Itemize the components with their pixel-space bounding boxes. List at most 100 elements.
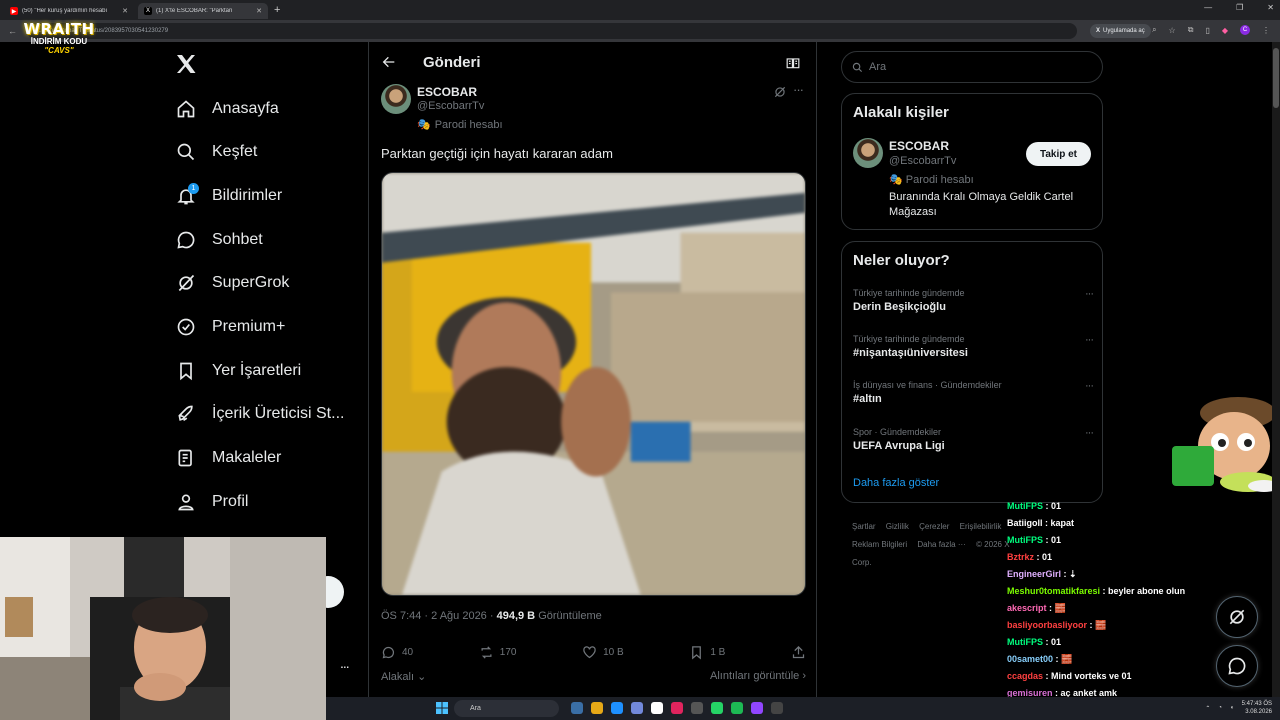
trend-item[interactable]: İş dünyası ve finans · Gündemdekiler #al… (853, 380, 1094, 405)
x-logo-icon[interactable] (174, 52, 198, 76)
show-more-link[interactable]: Daha fazla göster (853, 477, 939, 489)
page-scrollbar[interactable] (1272, 42, 1280, 697)
footer-link[interactable]: Reklam Bilgileri (852, 540, 907, 549)
clock[interactable]: 5:47:43 ÖS 3.08.2026 (1242, 700, 1272, 716)
nav-item-articles[interactable]: Makaleler (176, 443, 281, 473)
related-name[interactable]: ESCOBAR (889, 139, 949, 153)
chat-username[interactable]: akescript (1007, 603, 1047, 613)
chat-username[interactable]: ccagdas (1007, 671, 1043, 681)
follow-button[interactable]: Takip et (1026, 142, 1091, 166)
view-quotes-link[interactable]: Alıntıları görüntüle › (710, 670, 806, 683)
author-handle[interactable]: @EscobarrTv (417, 100, 484, 112)
scrollbar-thumb[interactable] (1273, 48, 1279, 108)
bookmark-button[interactable]: 1 B (689, 645, 725, 660)
obs-icon[interactable] (771, 702, 783, 714)
url-field[interactable]: x.com/EscobarrTv/status/2083957030541230… (27, 23, 1077, 39)
tab-x-post[interactable]: X (1) X'te ESCOBAR: "Parktan ✕ (138, 3, 268, 19)
chat-username[interactable]: MutiFPS (1007, 535, 1043, 545)
chat-username[interactable]: Meshur0tomatikfaresi (1007, 586, 1100, 596)
footer-link[interactable]: Şartlar (852, 522, 876, 531)
app-icon[interactable] (671, 702, 683, 714)
trend-item[interactable]: Türkiye tarihinde gündemde #nişantaşıüni… (853, 334, 1094, 359)
related-handle[interactable]: @EscobarrTv (889, 155, 956, 167)
nav-item-creator-studio[interactable]: İçerik Üreticisi St... (176, 399, 344, 429)
nav-item-supergrok[interactable]: SuperGrok (176, 268, 289, 298)
nav-item-chat[interactable]: Sohbet (176, 225, 263, 255)
app-icon[interactable] (691, 702, 703, 714)
menu-kebab-icon[interactable]: ⋮ (1262, 26, 1270, 35)
windows-start-icon[interactable] (436, 702, 448, 714)
chat-username[interactable]: MutiFPS (1007, 501, 1043, 511)
star-icon[interactable]: ☆ (1169, 26, 1176, 35)
repost-button[interactable]: 170 (479, 645, 516, 660)
post-timestamp[interactable]: ÖS 7:44 · 2 Ağu 2026 · (381, 610, 494, 622)
related-dropdown[interactable]: Alakalı ⌄ (381, 670, 426, 683)
edge-icon[interactable] (611, 702, 623, 714)
chat-username[interactable]: 00samet00 (1007, 654, 1053, 664)
twitch-icon[interactable] (751, 702, 763, 714)
spotify-icon[interactable] (731, 702, 743, 714)
post-more-button[interactable]: ··· (793, 82, 804, 97)
chat-username[interactable]: Bztrkz (1007, 552, 1034, 562)
nav-item-explore[interactable]: Keşfet (176, 137, 257, 167)
extension-pink-icon[interactable]: ◆ (1222, 26, 1228, 35)
back-arrow-icon[interactable] (381, 54, 397, 70)
open-in-app-button[interactable]: X Uygulamada aç (1090, 24, 1151, 38)
zoom-icon[interactable]: ⌕ (1152, 25, 1156, 35)
grok-fab[interactable] (1216, 596, 1258, 638)
trend-more-button[interactable]: ··· (1085, 427, 1094, 439)
post-video[interactable] (381, 172, 806, 596)
share-button[interactable] (791, 645, 806, 660)
trend-more-button[interactable]: ··· (1085, 334, 1094, 346)
close-window-icon[interactable]: ✕ (1267, 3, 1274, 12)
author-name[interactable]: ESCOBAR (417, 85, 477, 99)
account-more-button[interactable]: ... (340, 655, 350, 671)
reader-icon[interactable] (786, 56, 800, 70)
footer-link[interactable]: Daha fazla ··· (917, 540, 965, 549)
trend-item[interactable]: Türkiye tarihinde gündemde Derin Beşikçi… (853, 288, 1094, 313)
app-icon[interactable] (651, 702, 663, 714)
chat-username[interactable]: basliyoorbasliyoor (1007, 620, 1087, 630)
trend-more-button[interactable]: ··· (1085, 380, 1094, 392)
tray-chevron-icon[interactable]: ⌃ (1205, 705, 1210, 712)
whatsapp-icon[interactable] (711, 702, 723, 714)
task-view-icon[interactable] (571, 702, 583, 714)
discord-icon[interactable] (631, 702, 643, 714)
chat-separator: : (1087, 620, 1096, 630)
related-avatar[interactable] (853, 138, 883, 168)
search-input[interactable]: Ara (841, 51, 1103, 83)
extensions-icon[interactable]: ⧉ (1188, 25, 1194, 35)
taskbar-search[interactable]: Ara (454, 700, 559, 717)
new-tab-button[interactable]: + (274, 4, 280, 16)
volume-icon[interactable]: ◖ (1230, 705, 1234, 711)
wifi-icon[interactable]: ◔ (1218, 705, 1222, 711)
chat-username[interactable]: Batiigoll (1007, 518, 1043, 528)
maximize-icon[interactable]: ❐ (1236, 3, 1243, 12)
nav-item-profile[interactable]: Profil (176, 487, 248, 517)
author-avatar[interactable] (381, 84, 411, 114)
nav-item-home[interactable]: Anasayfa (176, 94, 279, 124)
reply-button[interactable]: 40 (381, 645, 413, 660)
trend-more-button[interactable]: ··· (1085, 288, 1094, 300)
trend-item[interactable]: Spor · Gündemdekiler UEFA Avrupa Ligi ··… (853, 427, 1094, 452)
minimize-icon[interactable]: — (1204, 3, 1212, 12)
back-nav-icon[interactable]: ← (8, 26, 17, 36)
messages-fab[interactable] (1216, 645, 1258, 687)
profile-avatar[interactable]: C (1240, 25, 1250, 35)
like-button[interactable]: 10 B (582, 645, 624, 660)
trend-context: Türkiye tarihinde gündemde (853, 334, 965, 344)
nav-item-notifications[interactable]: 1 Bildirimler (176, 181, 282, 211)
footer-link[interactable]: Gizlilik (886, 522, 909, 531)
sidebar-icon[interactable]: ▯ (1205, 26, 1209, 35)
tab-youtube[interactable]: ▶ (50) "Her kuruş yardımın hesabı ✕ (4, 3, 134, 19)
chat-username[interactable]: MutiFPS (1007, 637, 1043, 647)
close-tab-icon[interactable]: ✕ (256, 7, 262, 15)
footer-link[interactable]: Erişilebilirlik (960, 522, 1002, 531)
chat-username[interactable]: EngineerGirl (1007, 569, 1061, 579)
grok-explain-icon[interactable] (773, 85, 787, 99)
nav-item-bookmarks[interactable]: Yer İşaretleri (176, 356, 301, 386)
nav-item-premium[interactable]: Premium+ (176, 312, 285, 342)
close-tab-icon[interactable]: ✕ (122, 7, 128, 15)
footer-link[interactable]: Çerezler (919, 522, 949, 531)
file-explorer-icon[interactable] (591, 702, 603, 714)
